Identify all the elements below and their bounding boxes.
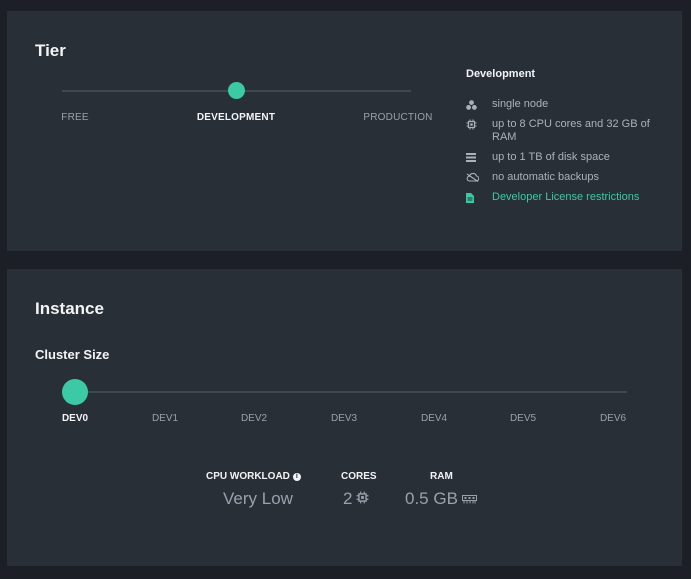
tier-detail-item: single node [466,98,666,111]
cluster-size-dev3[interactable]: DEV3 [331,413,357,424]
tier-detail-item: no automatic backups [466,171,666,184]
nodes-icon [466,98,492,111]
developer-license-link[interactable]: Developer License restrictions [466,191,666,204]
cpu-icon [466,118,492,131]
cpu-icon [352,489,369,509]
instance-title: Instance [35,299,104,318]
no-backup-icon [466,171,492,184]
tier-option-development[interactable]: DEVELOPMENT [197,112,275,123]
tier-title: Tier [35,41,66,60]
cluster-size-dev4[interactable]: DEV4 [421,413,447,424]
cluster-size-slider-handle[interactable] [62,379,88,405]
tier-panel: Tier FREE DEVELOPMENT PRODUCTION Develop… [7,11,682,251]
cluster-size-dev2[interactable]: DEV2 [241,413,267,424]
cores-value: 2 [343,489,369,509]
cpu-workload-label-text: CPU WORKLOAD [206,471,290,482]
cpu-workload-value: Very Low [223,489,293,508]
cluster-size-dev0[interactable]: DEV0 [62,413,88,424]
cluster-size-slider-track[interactable] [75,391,627,393]
tier-detail-text: up to 8 CPU cores and 32 GB of RAM [492,118,650,143]
tier-slider-handle[interactable] [228,82,245,99]
ram-value-text: 0.5 GB [405,489,458,508]
cores-label: CORES [341,471,377,482]
cluster-size-label: Cluster Size [35,347,110,362]
tier-option-free[interactable]: FREE [61,112,88,123]
tier-detail-text: single node [492,98,549,110]
tier-details-list: single node up to 8 CPU cores and 32 GB … [466,98,666,211]
developer-license-link-text[interactable]: Developer License restrictions [492,191,639,204]
cluster-size-dev1[interactable]: DEV1 [152,413,178,424]
info-icon[interactable]: i [292,473,301,481]
tier-detail-item: up to 1 TB of disk space [466,151,666,164]
tier-detail-item: up to 8 CPU cores and 32 GB of RAM [466,118,666,144]
tier-detail-text: up to 1 TB of disk space [492,151,610,163]
cores-value-text: 2 [343,489,353,508]
cpu-workload-label: CPU WORKLOAD i [206,471,301,482]
tier-option-production[interactable]: PRODUCTION [363,112,432,123]
tier-details-title: Development [466,68,536,80]
cluster-size-dev5[interactable]: DEV5 [510,413,536,424]
disk-icon [466,151,492,164]
cluster-size-dev6[interactable]: DEV6 [600,413,626,424]
document-icon [466,191,492,204]
tier-detail-text: no automatic backups [492,171,600,183]
ram-label: RAM [430,471,453,482]
instance-panel: Instance Cluster Size DEV0 DEV1 DEV2 DEV… [7,269,682,566]
memory-icon [458,489,477,509]
ram-value: 0.5 GB [405,489,477,509]
